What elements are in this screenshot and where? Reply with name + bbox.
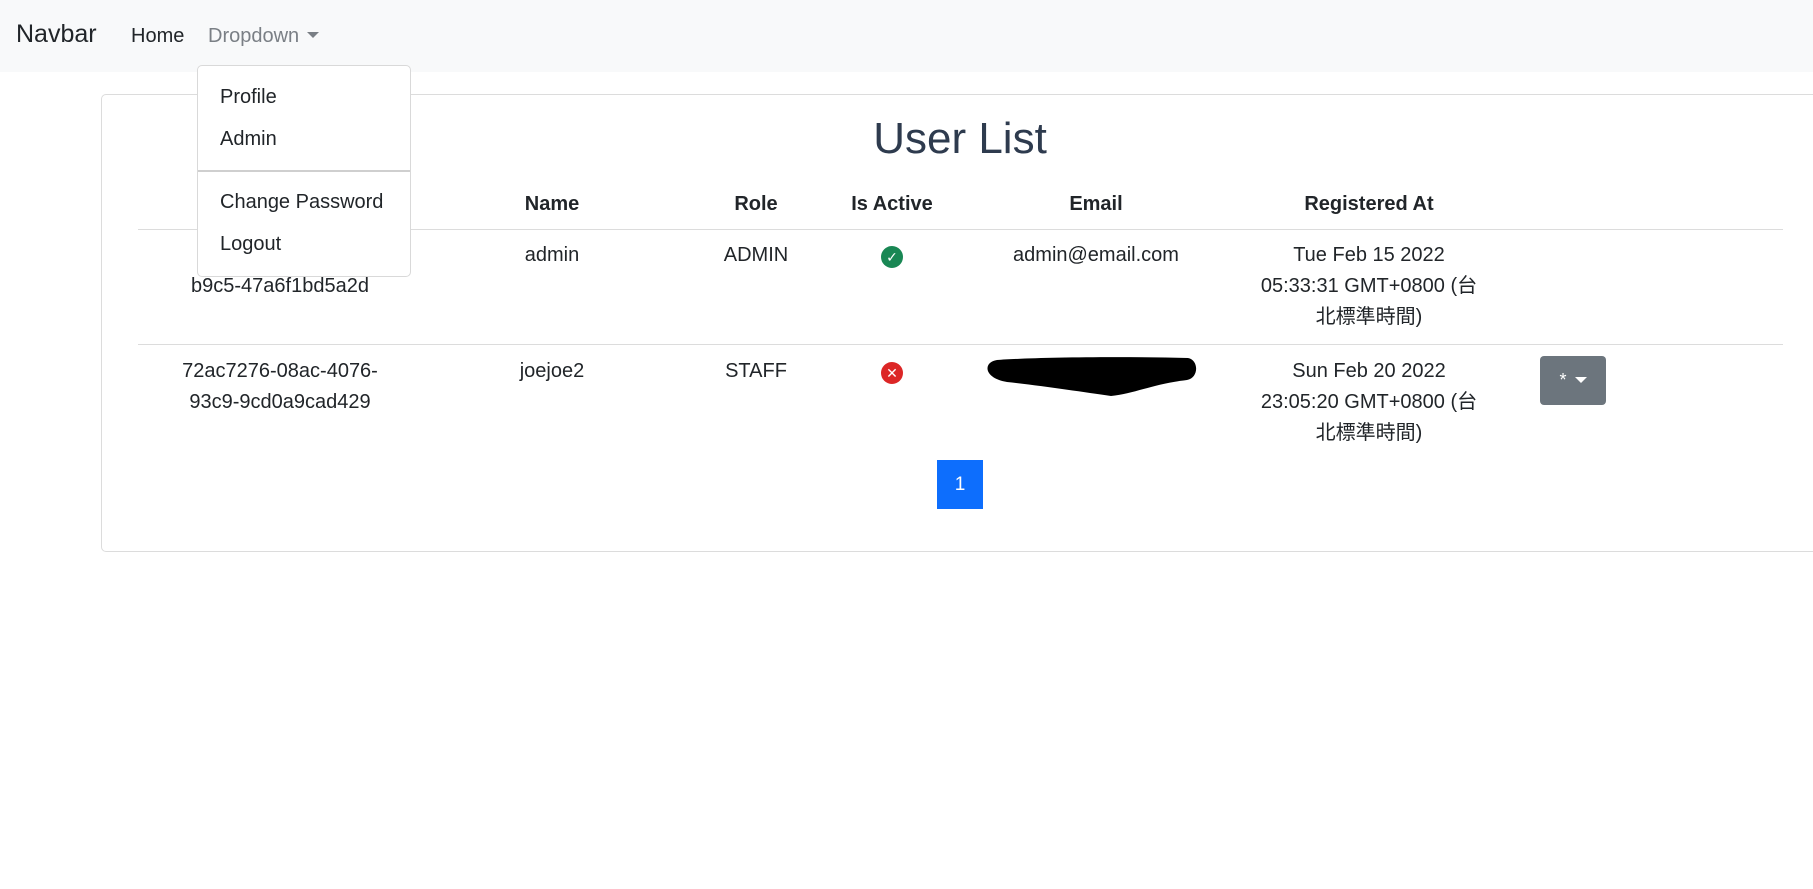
user-id-cell: 72ac7276-08ac-4076- 93c9-9cd0a9cad429 xyxy=(130,356,430,418)
navbar: Navbar Home Dropdown xyxy=(0,0,1813,72)
redaction-mark xyxy=(987,357,1197,396)
user-registered-cell: Sun Feb 20 2022 23:05:20 GMT+0800 (台 北標準… xyxy=(1219,356,1519,449)
row-actions-label: * xyxy=(1559,370,1567,390)
nav-dropdown-toggle[interactable]: Dropdown xyxy=(208,25,320,48)
table-divider xyxy=(138,344,1783,345)
row-actions-button[interactable]: * xyxy=(1540,356,1606,405)
user-role-cell: STAFF xyxy=(725,360,787,382)
chevron-down-icon xyxy=(1574,377,1587,383)
registered-line: 北標準時間) xyxy=(1315,422,1423,444)
x-circle-icon: ✕ xyxy=(881,362,903,384)
chevron-down-icon xyxy=(307,32,320,38)
menu-divider xyxy=(198,170,410,172)
registered-line: 23:05:20 GMT+0800 (台 xyxy=(1260,391,1478,413)
navbar-brand[interactable]: Navbar xyxy=(16,20,97,49)
check-circle-icon: ✓ xyxy=(881,246,903,268)
user-email-cell: admin@email.com xyxy=(1013,244,1179,266)
user-id-line: 72ac7276-08ac-4076- xyxy=(182,360,378,382)
nav-home-link[interactable]: Home xyxy=(131,25,184,48)
column-header-name: Name xyxy=(524,193,580,215)
registered-line: 05:33:31 GMT+0800 (台 xyxy=(1260,275,1478,297)
nav-dropdown-label: Dropdown xyxy=(208,25,300,47)
dropdown-menu: Profile Admin Change Password Logout xyxy=(197,65,411,277)
menu-item-logout[interactable]: Logout xyxy=(220,233,281,256)
user-id-line: 93c9-9cd0a9cad429 xyxy=(189,391,371,413)
user-registered-cell: Tue Feb 15 2022 05:33:31 GMT+0800 (台 北標準… xyxy=(1219,240,1519,333)
menu-item-change-password[interactable]: Change Password xyxy=(220,191,383,214)
menu-item-admin[interactable]: Admin xyxy=(220,128,277,151)
pagination-page-button[interactable]: 1 xyxy=(937,460,983,509)
user-role-cell: ADMIN xyxy=(723,244,789,266)
column-header-email: Email xyxy=(1069,193,1123,215)
registered-line: 北標準時間) xyxy=(1315,306,1423,328)
menu-item-profile[interactable]: Profile xyxy=(220,86,277,109)
user-name-cell: admin xyxy=(524,244,580,266)
registered-line: Sun Feb 20 2022 xyxy=(1292,360,1446,382)
registered-line: Tue Feb 15 2022 xyxy=(1293,244,1445,266)
column-header-registered-at: Registered At xyxy=(1304,193,1434,215)
page-title: User List xyxy=(873,114,1047,163)
user-name-cell: joejoe2 xyxy=(519,360,585,382)
